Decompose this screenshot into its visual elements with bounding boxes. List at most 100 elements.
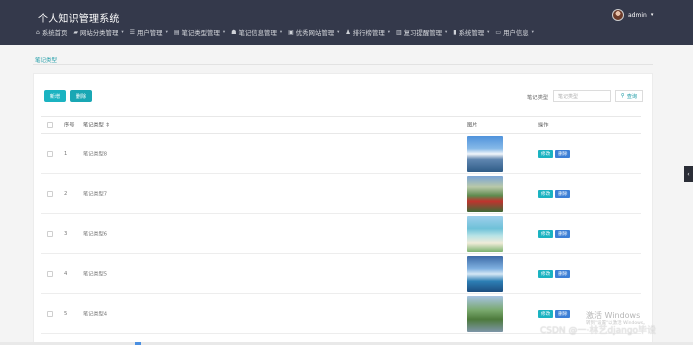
search-input[interactable]: 笔记类型 xyxy=(553,90,611,102)
breadcrumb[interactable]: 笔记类型 xyxy=(35,56,57,64)
row-thumbnail xyxy=(467,255,503,292)
nav-item-6[interactable]: ♟ 排行榜管理 ▾ xyxy=(345,28,390,37)
edit-button[interactable]: 修改 xyxy=(538,269,554,278)
website-icon: ▣ xyxy=(288,29,294,36)
row-thumbnail xyxy=(467,295,503,332)
chevron-down-icon: ▾ xyxy=(121,30,124,35)
nav-label: 用户管理 xyxy=(137,29,163,37)
row-actions: 修改 删除 xyxy=(538,309,571,318)
header-name[interactable]: 笔记类型 ⇕ xyxy=(83,122,110,129)
select-all-checkbox[interactable] xyxy=(47,122,53,128)
nav-item-4[interactable]: ☗ 笔记信息管理 ▾ xyxy=(231,28,282,37)
row-actions: 修改 删除 xyxy=(538,269,571,278)
user-icon: ♟ xyxy=(345,29,351,36)
row-index: 5 xyxy=(64,310,68,317)
row-checkbox[interactable] xyxy=(47,150,53,157)
search-label: 笔记类型 xyxy=(527,95,549,101)
table-row: 4 笔记类型5 修改 删除 xyxy=(41,254,641,294)
row-checkbox[interactable] xyxy=(47,310,53,317)
nav-label: 优秀网站管理 xyxy=(295,29,335,37)
side-collapse-handle[interactable]: ‹ xyxy=(684,166,693,182)
user-menu[interactable]: admin ▾ xyxy=(612,9,653,21)
row-name: 笔记类型5 xyxy=(83,271,108,277)
nav-item-2[interactable]: ☰ 用户管理 ▾ xyxy=(130,28,168,37)
row-name: 笔记类型4 xyxy=(83,311,108,317)
row-checkbox[interactable] xyxy=(47,230,53,237)
divider xyxy=(33,64,653,65)
remove-button[interactable]: 删除 xyxy=(555,309,571,318)
nav-label: 系统管理 xyxy=(458,29,485,37)
edit-button[interactable]: 修改 xyxy=(538,229,554,238)
notebook-icon: ▤ xyxy=(173,29,180,36)
nav-item-9[interactable]: ▭ 用户信息 ▾ xyxy=(495,28,534,37)
content-panel: 新增 删除 笔记类型 笔记类型 ⚲ 查询 序号 笔记类型 ⇕ 图片 操作 1 笔… xyxy=(33,73,653,345)
user-name: admin xyxy=(628,11,647,19)
header-index: 序号 xyxy=(64,122,75,129)
nav-item-8[interactable]: ▮ 系统管理 ▾ xyxy=(453,28,489,37)
chevron-down-icon: ▾ xyxy=(531,30,534,35)
nav-label: 网站分类管理 xyxy=(80,29,119,37)
row-thumbnail xyxy=(467,135,503,172)
edit-button[interactable]: 修改 xyxy=(538,309,554,318)
chevron-down-icon: ▾ xyxy=(165,30,168,35)
top-header: 个人知识管理系统 admin ▾ ⌂ 系统首页 ▰ 网站分类管理 ▾ ☰ 用户管理 ▾ ▤ 笔记类… xyxy=(0,0,693,45)
chevron-down-icon: ▾ xyxy=(387,30,390,35)
home-icon: ⌂ xyxy=(36,29,40,36)
search-button-label: 查询 xyxy=(626,93,638,100)
row-index: 3 xyxy=(64,230,68,237)
nav-item-3[interactable]: ▤ 笔记类型管理 ▾ xyxy=(174,28,225,37)
edit-button[interactable]: 修改 xyxy=(538,189,554,198)
row-actions: 修改 删除 xyxy=(538,149,571,158)
row-checkbox[interactable] xyxy=(47,190,53,197)
nav-item-5[interactable]: ▣ 优秀网站管理 ▾ xyxy=(288,28,339,37)
table-row: 1 笔记类型8 修改 删除 xyxy=(41,134,641,174)
row-actions: 修改 删除 xyxy=(538,189,571,198)
nav-label: 系统首页 xyxy=(41,29,68,37)
table-row: 3 笔记类型6 修改 删除 xyxy=(41,214,641,254)
chevron-down-icon: ▾ xyxy=(650,12,654,18)
remove-button[interactable]: 删除 xyxy=(555,189,571,198)
nav-label: 用户信息 xyxy=(503,29,529,37)
chevron-down-icon: ▾ xyxy=(445,30,448,35)
csdn-watermark: CSDN @一·林艺django毕设 xyxy=(540,326,657,336)
chevron-down-icon: ▾ xyxy=(487,30,490,35)
nav-label: 笔记信息管理 xyxy=(238,29,277,37)
chevron-down-icon: ▾ xyxy=(279,30,283,35)
edit-button[interactable]: 修改 xyxy=(538,149,554,158)
nav-item-0[interactable]: ⌂ 系统首页 xyxy=(36,28,67,37)
table-row: 2 笔记类型7 修改 删除 xyxy=(41,174,641,214)
sort-icon: ⇕ xyxy=(105,122,110,129)
header-image: 图片 xyxy=(467,122,478,129)
row-name: 笔记类型6 xyxy=(83,231,108,237)
row-thumbnail xyxy=(467,215,503,252)
list-icon: ☰ xyxy=(129,29,135,36)
row-index: 2 xyxy=(64,190,68,197)
avatar xyxy=(612,9,624,21)
row-actions: 修改 删除 xyxy=(538,229,571,238)
row-index: 4 xyxy=(64,270,68,277)
user-card-icon: ▭ xyxy=(495,29,502,36)
add-button[interactable]: 新增 xyxy=(44,90,66,102)
search-button[interactable]: ⚲ 查询 xyxy=(615,90,643,102)
row-checkbox[interactable] xyxy=(47,270,53,277)
search-icon: ⚲ xyxy=(620,93,625,99)
header-action: 操作 xyxy=(538,122,549,129)
row-index: 1 xyxy=(64,150,68,157)
chevron-down-icon: ▾ xyxy=(337,30,340,35)
delete-button[interactable]: 删除 xyxy=(70,90,92,102)
row-name: 笔记类型7 xyxy=(83,191,108,197)
row-name: 笔记类型8 xyxy=(83,151,108,157)
main-nav: ⌂ 系统首页 ▰ 网站分类管理 ▾ ☰ 用户管理 ▾ ▤ 笔记类型管理 ▾ ☗ 笔记信息管理 ▾ ▣ 优秀网站… xyxy=(36,28,534,37)
nav-item-7[interactable]: ▥ 复习提醒管理 ▾ xyxy=(396,28,447,37)
reminder-icon: ▥ xyxy=(396,29,402,36)
header-name-label: 笔记类型 xyxy=(83,122,104,129)
nav-item-1[interactable]: ▰ 网站分类管理 ▾ xyxy=(73,28,123,37)
nav-label: 笔记类型管理 xyxy=(181,29,220,37)
remove-button[interactable]: 删除 xyxy=(555,229,571,238)
table-header: 序号 笔记类型 ⇕ 图片 操作 xyxy=(41,116,641,134)
remove-button[interactable]: 删除 xyxy=(555,269,571,278)
remove-button[interactable]: 删除 xyxy=(555,149,571,158)
note-icon: ☗ xyxy=(231,29,237,36)
app-title: 个人知识管理系统 xyxy=(38,14,120,25)
nav-label: 复习提醒管理 xyxy=(403,29,443,37)
